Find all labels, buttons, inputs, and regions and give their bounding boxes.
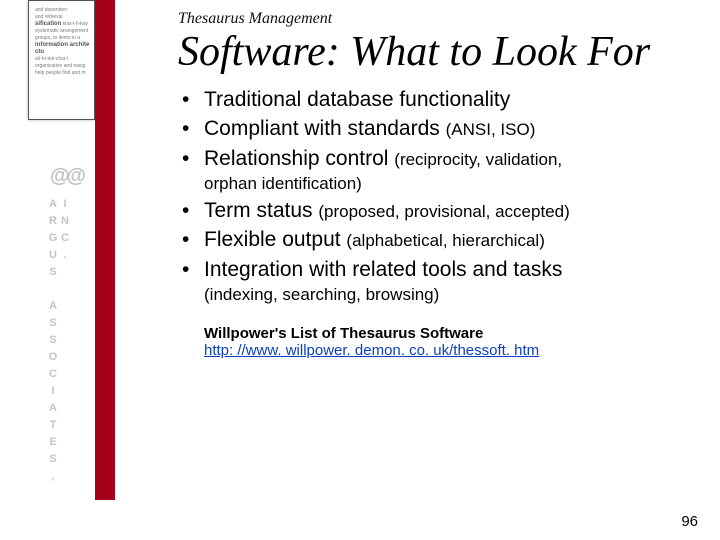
left-column: and dependenand retrieval sification kla…	[0, 0, 95, 540]
list-item: Term status (proposed, provisional, acce…	[178, 197, 698, 225]
list-item: Compliant with standards (ANSI, ISO)	[178, 115, 698, 143]
bullet-main: Compliant with standards	[204, 117, 446, 140]
bullet-list: Traditional database functionality Compl…	[178, 86, 698, 307]
slide-supertitle: Thesaurus Management	[178, 10, 698, 28]
bullet-main: Term status	[204, 199, 318, 222]
footer-note: Willpower's List of Thesaurus Software	[204, 325, 698, 342]
bullet-sub: (alphabetical, hierarchical)	[346, 231, 544, 250]
bullet-main: Flexible output	[204, 228, 346, 251]
book-thumbnail-text: and dependenand retrieval sification kla…	[29, 1, 94, 81]
bullet-sub: (reciprocity, validation,	[394, 150, 562, 169]
brand-logo: @@	[50, 165, 68, 188]
bullet-main: Relationship control	[204, 147, 394, 170]
bullet-subline: (indexing, searching, browsing)	[204, 284, 698, 307]
bullet-sub: (ANSI, ISO)	[446, 120, 536, 139]
bullet-sub: (proposed, provisional, accepted)	[318, 202, 569, 221]
book-thumbnail: and dependenand retrieval sification kla…	[28, 0, 95, 120]
bullet-main: Traditional database functionality	[204, 88, 510, 111]
slide-title: Software: What to Look For	[178, 30, 698, 74]
red-accent-bar	[95, 0, 115, 500]
brand-name: ARGUS ASSOCIATES, INC.	[47, 198, 71, 498]
page-number: 96	[681, 513, 698, 530]
list-item: Integration with related tools and tasks…	[178, 256, 698, 307]
list-item: Flexible output (alphabetical, hierarchi…	[178, 226, 698, 254]
bullet-main: Integration with related tools and tasks	[204, 258, 562, 281]
list-item: Relationship control (reciprocity, valid…	[178, 145, 698, 196]
brand-block: @@	[50, 165, 68, 198]
footer-link[interactable]: http: //www. willpower. demon. co. uk/th…	[204, 342, 539, 359]
bullet-subline: orphan identification)	[204, 173, 698, 196]
list-item: Traditional database functionality	[178, 86, 698, 114]
slide-content: Thesaurus Management Software: What to L…	[178, 10, 698, 360]
